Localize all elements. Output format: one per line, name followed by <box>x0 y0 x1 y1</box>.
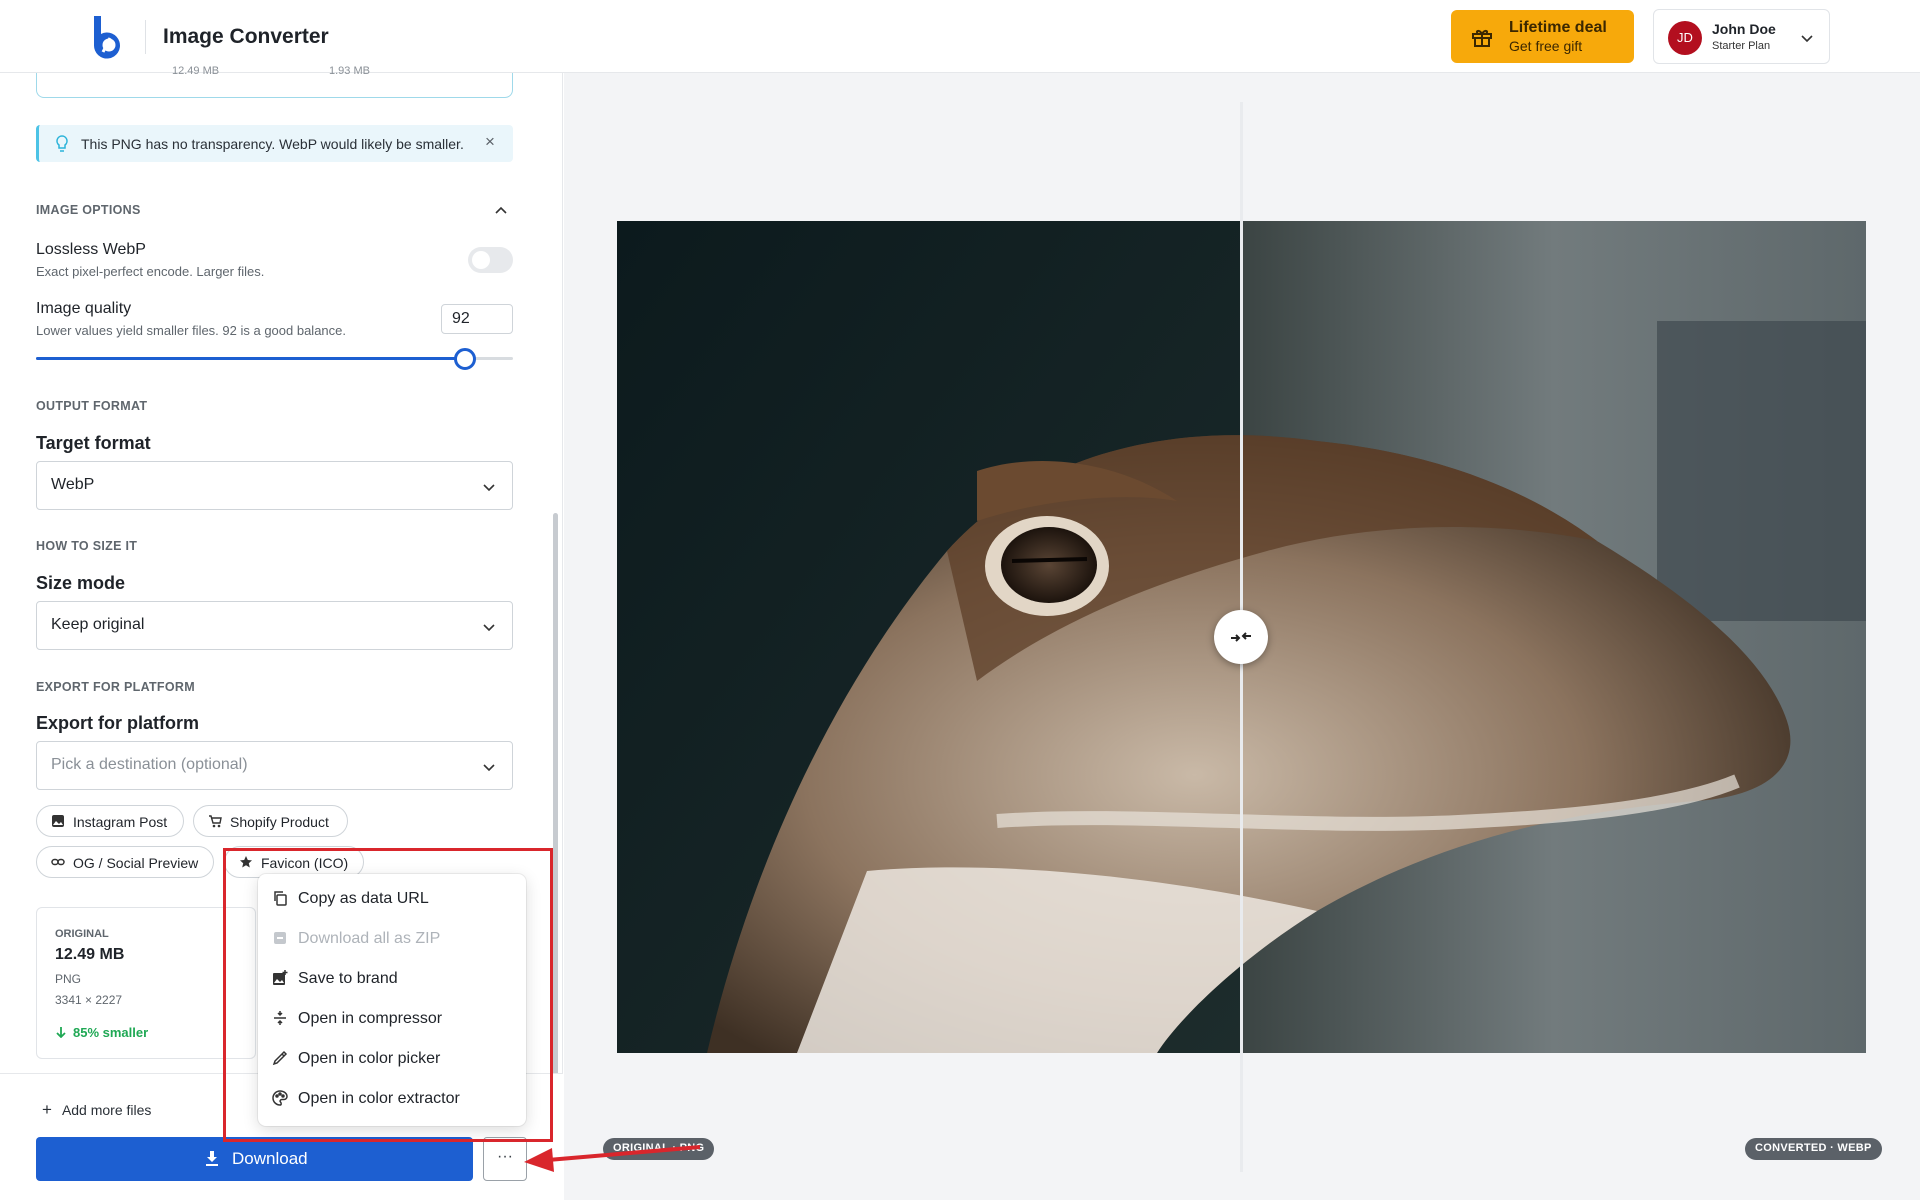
close-icon[interactable]: × <box>485 132 495 152</box>
avatar: JD <box>1668 21 1702 55</box>
brand-logo-icon[interactable] <box>88 14 128 60</box>
add-more-files-button[interactable]: + Add more files <box>42 1100 151 1120</box>
stats-converted-size: 1.93 MB <box>329 65 370 77</box>
savings-text: 85% smaller <box>73 1025 149 1040</box>
quality-input[interactable]: 92 <box>441 304 513 334</box>
quality-title: Image quality <box>36 300 132 317</box>
highlight-box <box>223 848 553 1142</box>
page-title: Image Converter <box>163 25 329 48</box>
quality-subtitle: Lower values yield smaller files. 92 is … <box>36 323 347 338</box>
lossless-toggle[interactable] <box>468 247 513 273</box>
original-size: 12.49 MB <box>55 946 125 963</box>
platform-select[interactable]: Pick a destination (optional) <box>36 741 513 790</box>
size-mode-select[interactable]: Keep original <box>36 601 513 650</box>
gift-icon <box>1472 30 1492 47</box>
original-badge: ORIGINAL · PNG <box>603 1138 715 1160</box>
size-mode-title: Size mode <box>36 573 126 593</box>
lightbulb-icon <box>56 135 68 152</box>
sidebar-scrollbar[interactable] <box>553 513 558 1143</box>
download-button[interactable]: Download <box>36 1137 473 1181</box>
target-format-value: WebP <box>51 476 95 493</box>
top-bar: Image Converter Lifetime deal Get free g… <box>0 0 1920 73</box>
header-divider <box>145 20 146 54</box>
size-mode-value: Keep original <box>51 616 145 633</box>
original-dimensions: 3341 × 2227 <box>55 993 123 1007</box>
quality-slider-thumb[interactable] <box>454 348 476 370</box>
output-format-label: OUTPUT FORMAT <box>36 399 148 413</box>
chevron-down-icon <box>483 624 495 632</box>
user-menu[interactable]: JD John Doe Starter Plan <box>1653 9 1830 64</box>
lossless-subtitle: Exact pixel-perfect encode. Larger files… <box>36 264 265 279</box>
download-icon <box>206 1151 218 1166</box>
deal-subtitle: Get free gift <box>1509 38 1583 54</box>
platform-label: EXPORT FOR PLATFORM <box>36 680 195 694</box>
cart-icon <box>209 815 222 828</box>
add-more-label: Add more files <box>61 1102 152 1118</box>
user-plan: Starter Plan <box>1712 40 1771 52</box>
chip-og-social-preview[interactable]: OG / Social Preview <box>36 846 214 878</box>
quality-slider-fill <box>36 357 465 360</box>
user-name: John Doe <box>1712 21 1776 37</box>
transparency-tip: This PNG has no transparency. WebP would… <box>36 125 513 162</box>
chevron-up-icon[interactable] <box>494 203 508 217</box>
tip-text: This PNG has no transparency. WebP would… <box>81 136 464 152</box>
image-options-label: IMAGE OPTIONS <box>36 203 141 217</box>
size-label: HOW TO SIZE IT <box>36 539 138 553</box>
comparison-handle[interactable] <box>1214 610 1268 664</box>
chip-label: Instagram Post <box>73 814 168 830</box>
size-stats-card: 12.49 MB 1.93 MB <box>36 65 513 98</box>
chevron-down-icon <box>483 764 495 772</box>
converted-badge: CONVERTED · WEBP <box>1745 1138 1882 1160</box>
platform-placeholder: Pick a destination (optional) <box>51 756 248 773</box>
more-options-button[interactable]: ··· <box>483 1137 527 1181</box>
deal-title: Lifetime deal <box>1509 19 1607 36</box>
plus-icon: + <box>42 1100 52 1119</box>
lossless-title: Lossless WebP <box>36 241 146 258</box>
link-icon <box>51 858 65 866</box>
savings-badge: 85% smaller <box>55 1025 148 1040</box>
compare-arrows-icon <box>1231 632 1251 642</box>
chip-shopify-product[interactable]: Shopify Product <box>193 805 348 837</box>
stats-original-size: 12.49 MB <box>172 65 220 77</box>
lifetime-deal-button[interactable]: Lifetime deal Get free gift <box>1451 10 1634 63</box>
target-format-title: Target format <box>36 433 151 453</box>
original-label: ORIGINAL <box>55 928 109 940</box>
toggle-knob <box>472 251 490 269</box>
platform-title: Export for platform <box>36 713 200 733</box>
download-label: Download <box>232 1149 308 1168</box>
target-format-select[interactable]: WebP <box>36 461 513 510</box>
chip-label: OG / Social Preview <box>73 855 199 871</box>
chip-instagram-post[interactable]: Instagram Post <box>36 805 184 837</box>
chevron-down-icon <box>483 484 495 492</box>
image-icon <box>52 815 64 827</box>
arrow-down-icon <box>56 1027 66 1039</box>
chevron-down-icon <box>1801 35 1813 43</box>
original-format: PNG <box>55 972 82 986</box>
chip-label: Shopify Product <box>230 814 329 830</box>
